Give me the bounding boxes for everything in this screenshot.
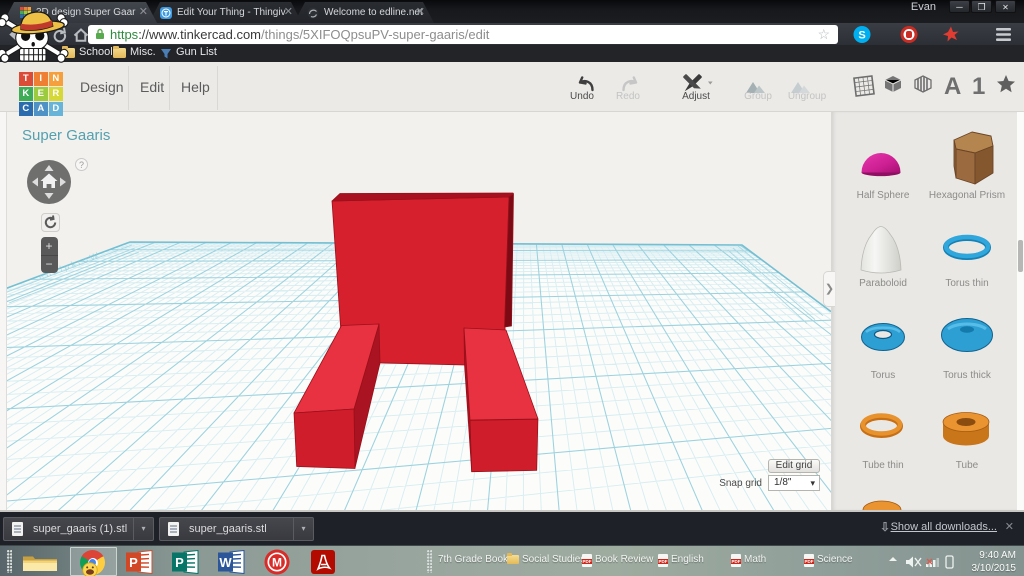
svg-text:M: M (272, 556, 282, 570)
svg-text:W: W (219, 555, 232, 570)
svg-text:P: P (129, 555, 138, 570)
svg-text:P: P (175, 555, 184, 570)
svg-text:S: S (858, 30, 865, 42)
svg-text:1: 1 (972, 73, 985, 100)
svg-text:A: A (944, 73, 961, 100)
